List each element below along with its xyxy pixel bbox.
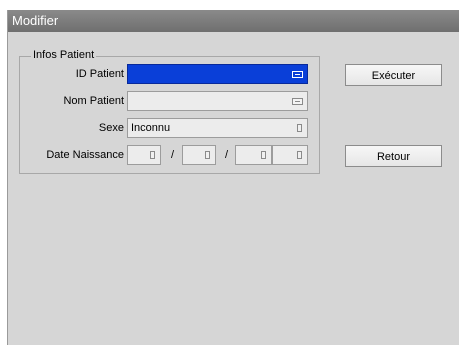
nom-patient-input[interactable] (127, 91, 308, 111)
birth-year-input[interactable] (235, 145, 272, 165)
birth-month-input[interactable] (182, 145, 216, 165)
birth-day-input[interactable] (127, 145, 161, 165)
sexe-label: Sexe (98, 122, 124, 134)
sexe-select[interactable]: Inconnu (127, 118, 308, 138)
date-separator: / (171, 149, 175, 161)
group-legend: Infos Patient (31, 49, 97, 61)
id-patient-label: ID Patient (75, 68, 124, 80)
date-separator: / (225, 149, 229, 161)
keyboard-icon[interactable] (292, 98, 303, 105)
list-icon[interactable] (261, 151, 266, 159)
list-icon[interactable] (297, 124, 302, 132)
keyboard-icon[interactable] (292, 71, 303, 78)
list-icon[interactable] (150, 151, 155, 159)
date-naissance-label: Date Naissance (46, 149, 124, 161)
sexe-value: Inconnu (131, 122, 171, 134)
id-patient-input[interactable] (127, 64, 308, 84)
list-icon[interactable] (205, 151, 210, 159)
birth-year-suffix-input[interactable] (272, 145, 308, 165)
execute-button[interactable]: Exécuter (345, 64, 442, 86)
window-title: Modifier (8, 10, 459, 32)
back-button[interactable]: Retour (345, 145, 442, 167)
list-icon[interactable] (297, 151, 302, 159)
nom-patient-label: Nom Patient (63, 95, 124, 107)
